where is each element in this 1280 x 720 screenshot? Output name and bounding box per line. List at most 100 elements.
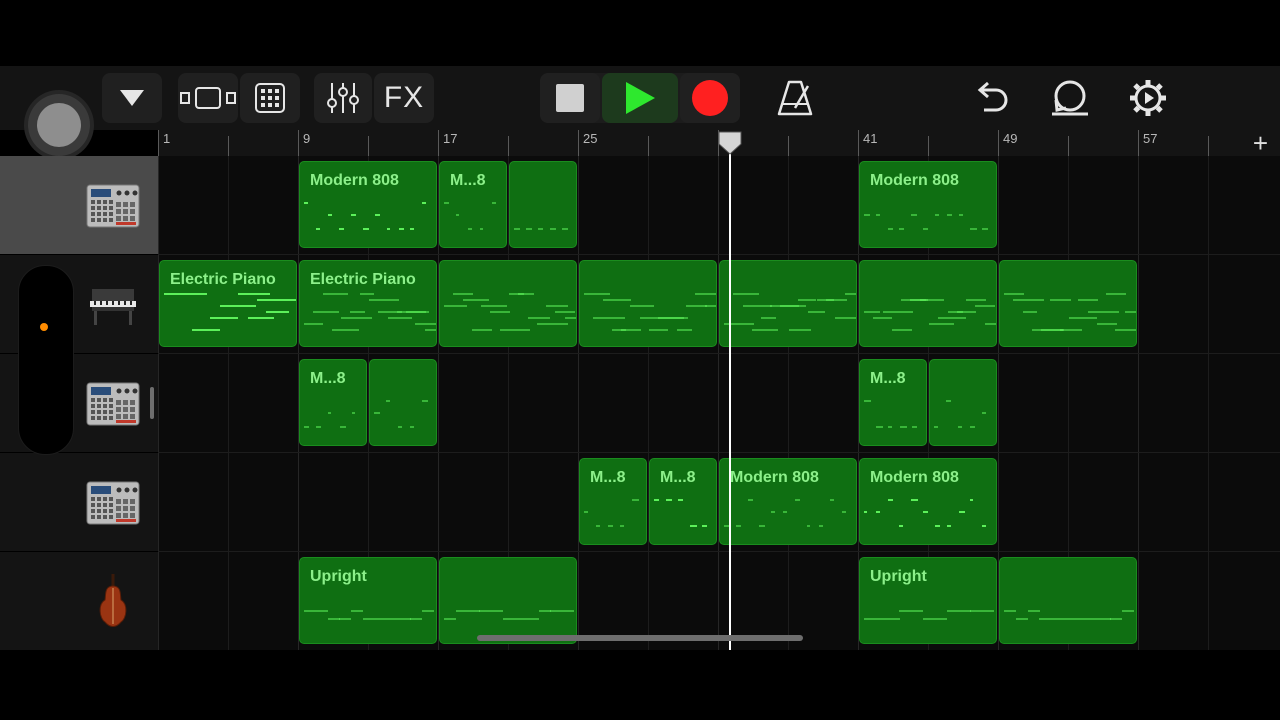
region[interactable]: Modern 808 [299, 161, 437, 248]
midi-note [946, 525, 951, 527]
midi-note [630, 305, 655, 307]
mixer-button[interactable] [314, 73, 372, 123]
midi-note [456, 214, 460, 216]
midi-note [702, 525, 708, 527]
midi-note [934, 525, 940, 527]
view-toggle-button[interactable] [178, 73, 238, 123]
midi-note [1074, 618, 1087, 620]
region[interactable]: M...8 [579, 458, 647, 545]
gear-icon [1130, 80, 1166, 116]
region[interactable] [439, 557, 577, 644]
midi-note [1063, 618, 1076, 620]
region[interactable]: Electric Piano [159, 260, 297, 347]
ruler-tick [788, 136, 789, 156]
ruler-tick [998, 130, 999, 156]
midi-note [911, 499, 919, 501]
midi-note [1086, 618, 1099, 620]
midi-note [891, 329, 912, 331]
track-header[interactable] [0, 156, 158, 255]
play-button[interactable] [602, 73, 678, 123]
region-name: Upright [870, 568, 927, 585]
midi-note [1039, 618, 1052, 620]
midi-note [798, 299, 817, 301]
midi-note [304, 202, 308, 204]
midi-note [806, 525, 810, 527]
midi-note [826, 299, 847, 301]
region-name: Electric Piano [170, 271, 276, 288]
drum-machine-icon [86, 481, 140, 525]
midi-note [982, 525, 986, 527]
region[interactable] [999, 260, 1137, 347]
region[interactable]: M...8 [299, 359, 367, 446]
region[interactable]: Modern 808 [859, 458, 997, 545]
midi-note [481, 305, 507, 307]
midi-note [328, 412, 332, 414]
playhead-handle[interactable] [718, 131, 742, 155]
ruler-bar-label: 9 [303, 131, 311, 146]
track-header[interactable] [0, 552, 158, 651]
horizontal-scrollbar[interactable] [477, 635, 803, 641]
region[interactable] [509, 161, 577, 248]
midi-note [632, 499, 639, 501]
region-name: M...8 [870, 370, 906, 387]
loop-button[interactable] [1048, 78, 1092, 118]
midi-note [455, 610, 468, 612]
fx-button[interactable]: FX [374, 73, 434, 123]
midi-note [946, 400, 952, 402]
midi-note [546, 305, 569, 307]
region[interactable] [369, 359, 437, 446]
record-button[interactable] [680, 73, 740, 123]
stop-button[interactable] [540, 73, 600, 123]
tracks-menu-button[interactable] [102, 73, 162, 123]
midi-note [747, 499, 753, 501]
region[interactable] [719, 260, 857, 347]
region[interactable] [999, 557, 1137, 644]
midi-note [1096, 323, 1118, 325]
vertical-scrollbar[interactable] [150, 387, 154, 419]
metronome-button[interactable] [776, 78, 814, 118]
tracks-area[interactable]: Modern 808 M...8 Modern 808 Electric Piano E… [158, 156, 1280, 650]
midi-note [527, 317, 550, 319]
upright-bass-icon [86, 574, 140, 627]
region[interactable]: Upright [859, 557, 997, 644]
region[interactable]: M...8 [859, 359, 927, 446]
view-toggle-icon [180, 87, 236, 109]
undo-button[interactable] [972, 78, 1012, 118]
ruler-tick [1138, 130, 1139, 156]
add-section-button[interactable]: + [1253, 128, 1268, 159]
region[interactable] [439, 260, 577, 347]
midi-note [491, 610, 504, 612]
midi-note [690, 525, 697, 527]
region[interactable]: Modern 808 [859, 161, 997, 248]
midi-note [844, 293, 856, 295]
ruler-tick [298, 130, 299, 156]
midi-note [304, 610, 316, 612]
region[interactable] [859, 260, 997, 347]
ruler-tick [648, 136, 649, 156]
region[interactable]: Upright [299, 557, 437, 644]
midi-note [887, 618, 900, 620]
midi-note [761, 317, 776, 319]
track-divider [158, 353, 1280, 354]
track-header[interactable] [0, 453, 158, 552]
region[interactable] [929, 359, 997, 446]
volume-slider[interactable] [18, 265, 74, 455]
region[interactable]: M...8 [439, 161, 507, 248]
midi-note [1004, 293, 1024, 295]
midi-note [984, 323, 996, 325]
assistive-touch-button[interactable] [28, 94, 90, 156]
settings-button[interactable] [1128, 78, 1168, 118]
grid-line [1138, 156, 1139, 650]
midi-note [386, 400, 390, 402]
midi-note [467, 610, 480, 612]
midi-note [359, 293, 375, 295]
playhead[interactable] [729, 140, 731, 650]
midi-note [958, 214, 964, 216]
region[interactable]: M...8 [649, 458, 717, 545]
grid-view-button[interactable] [240, 73, 300, 123]
midi-note [490, 311, 510, 313]
region[interactable]: Electric Piano [299, 260, 437, 347]
region[interactable]: Modern 808 [719, 458, 857, 545]
region[interactable] [579, 260, 717, 347]
midi-note [499, 329, 531, 331]
